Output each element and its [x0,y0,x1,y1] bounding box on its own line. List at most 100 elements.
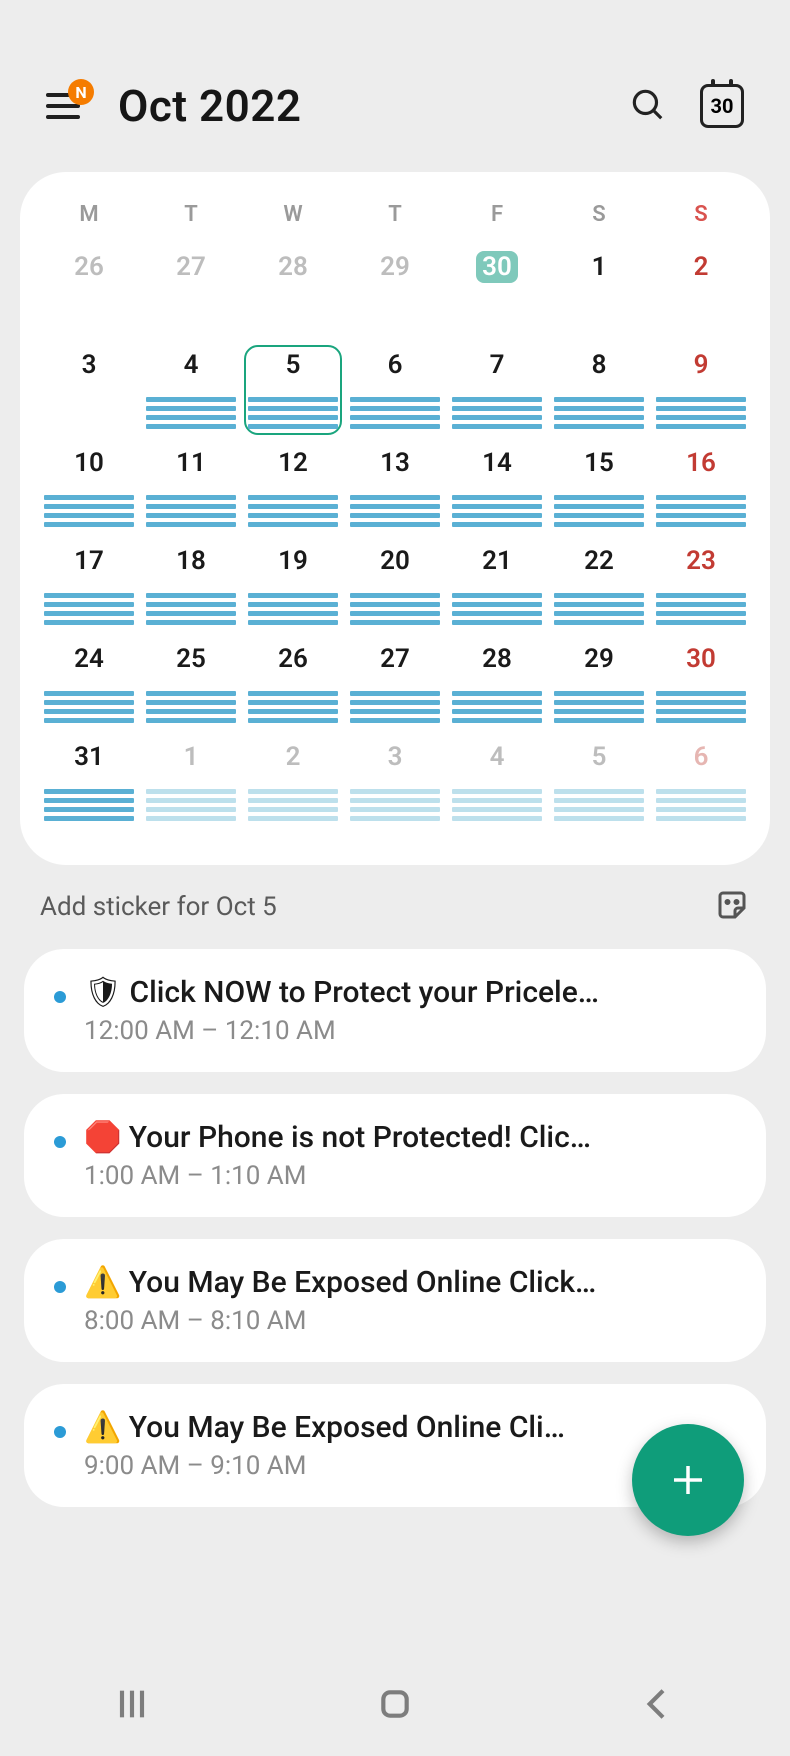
event-indicator [350,789,440,821]
calendar-day[interactable]: 19 [244,541,342,631]
calendar-day[interactable]: 14 [448,443,546,533]
calendar-day[interactable]: 18 [142,541,240,631]
event-indicator [350,397,440,429]
event-card[interactable]: 🛡 Click NOW to Protect your Pricele…12:0… [24,949,766,1072]
day-number: 25 [173,643,209,675]
event-color-dot [54,1426,66,1438]
day-number: 3 [377,741,413,773]
calendar-day[interactable]: 5 [244,345,342,435]
calendar-day[interactable]: 27 [142,247,240,337]
event-color-dot [54,991,66,1003]
event-indicator [146,397,236,429]
day-number: 20 [377,545,413,577]
jump-to-today-icon[interactable]: 30 [700,84,744,128]
calendar-day[interactable]: 26 [244,639,342,729]
event-indicator [44,593,134,625]
dow-label: F [448,202,546,227]
event-color-dot [54,1281,66,1293]
calendar-day[interactable]: 29 [346,247,444,337]
day-number: 22 [581,545,617,577]
day-number: 21 [479,545,515,577]
calendar-day[interactable]: 1 [142,737,240,827]
day-number: 29 [377,251,413,283]
event-indicator [554,789,644,821]
day-number: 16 [683,447,719,479]
calendar-day[interactable]: 28 [448,639,546,729]
dow-label: W [244,202,342,227]
calendar-day[interactable]: 16 [652,443,750,533]
event-indicator [656,495,746,527]
calendar-day[interactable]: 7 [448,345,546,435]
event-indicator [554,397,644,429]
nav-recents-icon[interactable] [112,1684,152,1728]
calendar-day[interactable]: 12 [244,443,342,533]
calendar-day[interactable]: 5 [550,737,648,827]
calendar-day[interactable]: 15 [550,443,648,533]
calendar-day[interactable]: 26 [40,247,138,337]
month-title[interactable]: Oct 2022 [118,80,628,132]
event-indicator [146,593,236,625]
event-indicator [146,789,236,821]
calendar-day[interactable]: 3 [346,737,444,827]
event-card[interactable]: 🛑 Your Phone is not Protected! Clic…1:00… [24,1094,766,1217]
calendar-day[interactable]: 1 [550,247,648,337]
event-indicator [44,495,134,527]
calendar-day[interactable]: 23 [652,541,750,631]
calendar-day[interactable]: 20 [346,541,444,631]
calendar-day[interactable]: 2 [652,247,750,337]
calendar-day[interactable]: 24 [40,639,138,729]
calendar-day[interactable]: 27 [346,639,444,729]
calendar-day[interactable]: 4 [448,737,546,827]
day-number: 24 [71,643,107,675]
calendar-day[interactable]: 25 [142,639,240,729]
event-indicator [656,397,746,429]
calendar-day[interactable]: 30 [448,247,546,337]
day-number: 5 [581,741,617,773]
add-event-button[interactable] [632,1424,744,1536]
calendar-day[interactable]: 6 [652,737,750,827]
calendar-day[interactable]: 8 [550,345,648,435]
event-indicator [452,495,542,527]
day-number: 11 [173,447,209,479]
calendar-day[interactable]: 28 [244,247,342,337]
calendar-day[interactable]: 10 [40,443,138,533]
calendar-day[interactable]: 30 [652,639,750,729]
calendar-day[interactable]: 3 [40,345,138,435]
menu-button[interactable]: N [46,93,80,119]
calendar-day[interactable]: 6 [346,345,444,435]
day-number: 4 [173,349,209,381]
calendar-day[interactable]: 11 [142,443,240,533]
event-title: 🛑 Your Phone is not Protected! Clic… [84,1120,736,1155]
menu-badge: N [68,79,94,105]
calendar-day[interactable]: 17 [40,541,138,631]
calendar-day[interactable]: 13 [346,443,444,533]
nav-back-icon[interactable] [638,1684,678,1728]
sticker-icon[interactable] [714,887,750,927]
event-indicator [656,691,746,723]
event-title: ⚠️ You May Be Exposed Online Click… [84,1265,736,1300]
day-number: 26 [71,251,107,283]
event-card[interactable]: ⚠️ You May Be Exposed Online Click…8:00 … [24,1239,766,1362]
calendar-day[interactable]: 2 [244,737,342,827]
calendar-day[interactable]: 4 [142,345,240,435]
calendar-day[interactable]: 21 [448,541,546,631]
event-indicator [146,691,236,723]
day-number: 1 [173,741,209,773]
dow-label: S [652,202,750,227]
today-number: 30 [711,94,734,118]
event-time: 12:00 AM – 12:10 AM [84,1016,736,1046]
nav-home-icon[interactable] [375,1684,415,1728]
calendar-day[interactable]: 31 [40,737,138,827]
system-navbar [0,1656,790,1756]
add-sticker-row[interactable]: Add sticker for Oct 5 [0,865,790,937]
search-icon[interactable] [628,85,666,127]
calendar-day[interactable]: 22 [550,541,648,631]
calendar-day[interactable]: 9 [652,345,750,435]
event-indicator [146,495,236,527]
event-indicator [656,593,746,625]
day-number: 18 [173,545,209,577]
day-number: 3 [71,349,107,381]
event-indicator [452,691,542,723]
day-number: 27 [173,251,209,283]
calendar-day[interactable]: 29 [550,639,648,729]
